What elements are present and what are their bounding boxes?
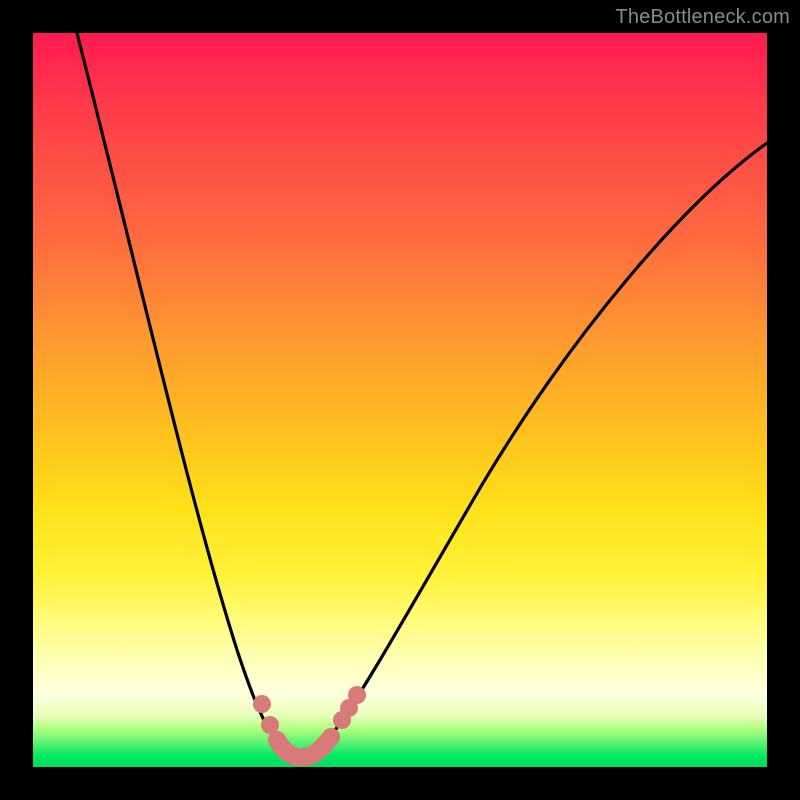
- bottleneck-curve-path: [77, 33, 767, 758]
- highlight-dot: [348, 686, 366, 704]
- chart-frame: TheBottleneck.com: [0, 0, 800, 800]
- plot-area: [33, 33, 767, 767]
- highlight-worm: [277, 737, 331, 757]
- watermark-text: TheBottleneck.com: [615, 6, 790, 29]
- highlight-dot: [253, 695, 271, 713]
- highlight-dots-group: [253, 686, 366, 766]
- bottleneck-curve-svg: [33, 33, 767, 767]
